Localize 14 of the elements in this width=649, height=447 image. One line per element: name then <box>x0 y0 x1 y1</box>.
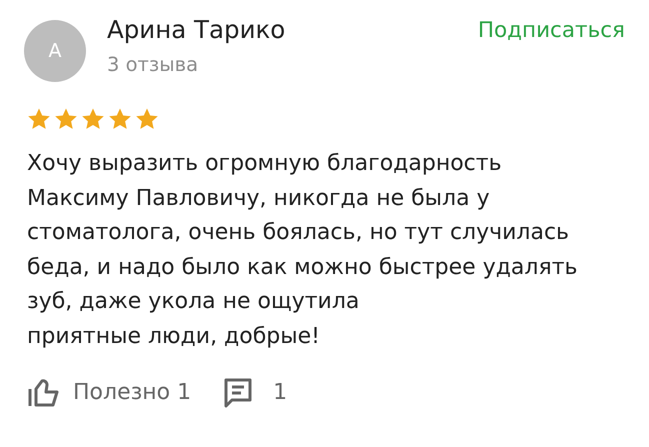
reviews-count: 3 отзыва <box>107 53 200 76</box>
useful-button[interactable]: Полезно 1 <box>27 376 192 408</box>
comment-icon <box>223 376 254 408</box>
comments-button[interactable]: 1 <box>223 376 288 408</box>
star-icon <box>108 107 132 131</box>
thumbs-up-icon <box>27 376 61 408</box>
subscribe-button[interactable]: Подписаться <box>478 18 625 43</box>
author-name: Арина Тарико <box>107 16 286 44</box>
avatar: А <box>24 20 86 82</box>
star-icon <box>135 107 159 131</box>
review-text: Хочу выразить огромную благодарность Максиму Павловичу, никогда не была у стоматолога, очень боялась, но тут случилась беда, и надо было как можно быстрее удалять зуб, даже укола не ощутила приятные люди, добрые! <box>27 150 578 350</box>
star-icon <box>81 107 105 131</box>
star-icon <box>27 107 51 131</box>
star-icon <box>54 107 78 131</box>
